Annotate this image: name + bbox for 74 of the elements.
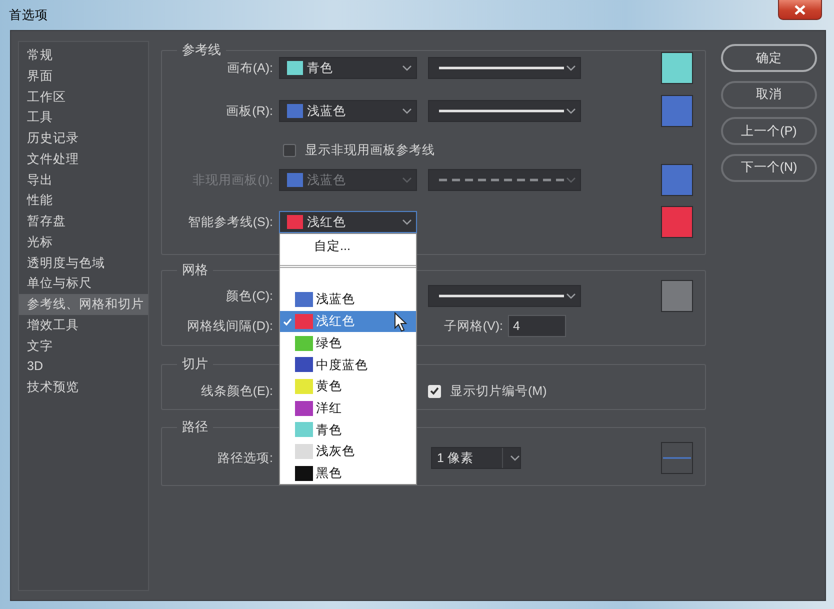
caret-icon [402,219,412,225]
caret-icon [402,108,412,114]
group-title: 路径 [181,418,209,436]
checkbox-label: 显示切片编号(M) [450,382,547,400]
menu-item[interactable]: 洋红 [280,397,416,420]
sidebar-item[interactable]: 参考线、网格和切片 [19,294,148,315]
field-label: 颜色(C): [225,288,273,305]
check-icon [283,318,292,326]
field-label: 路径选项: [216,450,273,467]
cursor-icon [394,312,408,332]
group-title: 切片 [181,355,209,373]
menu-item[interactable]: 黄色 [280,376,416,398]
line-style-icon [439,177,564,183]
field-label: 画板(R): [225,102,273,120]
menu-item[interactable]: 黑色 [280,462,416,484]
dialog-button[interactable]: 取消 [721,80,817,108]
sidebar-item[interactable]: 技术预览 [19,377,148,398]
sidebar-item[interactable]: 工作区 [19,86,148,108]
sidebar-item[interactable]: 透明度与色域 [19,252,148,274]
menu-item[interactable]: 绿色 [280,332,416,354]
menu-item[interactable]: 浅蓝色 [280,289,416,311]
group-title: 参考线 [181,41,222,59]
menu-item[interactable]: 中度蓝色 [280,354,416,376]
check-icon [430,387,439,395]
sidebar-item[interactable]: 常规 [19,45,148,66]
window-title: 首选项 [9,7,48,24]
dialog-button[interactable]: 上一个(P) [721,117,817,145]
sidebar-item[interactable]: 性能 [19,190,148,211]
sidebar-item[interactable]: 光标 [19,232,148,252]
caret-icon [566,108,576,114]
size-select[interactable]: 1 像素 [431,447,521,469]
field-label: 画布(A): [226,60,273,77]
subdivision-field[interactable]: 4 [508,315,566,337]
caret-icon [566,293,576,299]
close-button[interactable] [778,0,822,20]
dialog-button[interactable]: 确定 [721,44,817,72]
color-select[interactable]: 浅红色 [279,211,417,233]
field-label: 网格线间隔(D): [186,318,273,335]
caret-icon [566,177,576,183]
sidebar-item[interactable]: 暂存盘 [19,211,148,232]
close-icon [794,4,806,14]
sidebar-item[interactable]: 增效工具 [19,314,148,336]
group-title: 网格 [181,261,209,279]
color-select[interactable]: 青色 [279,57,417,79]
field-label: 线条颜色(E): [200,382,273,400]
field-label: 子网格(V): [442,318,503,335]
sidebar-item[interactable]: 文字 [19,336,148,356]
sidebar-item[interactable]: 单位与标尺 [19,273,148,294]
sidebar-item[interactable]: 工具 [19,107,148,128]
sidebar-item[interactable]: 3D [19,356,148,377]
menu-item[interactable]: 青色 [280,419,416,441]
caret-icon [510,455,520,461]
caret-icon [402,65,412,71]
sidebar-item[interactable]: 界面 [19,66,148,86]
path-line-icon [663,456,691,460]
line-style-select[interactable] [428,285,581,307]
line-style-icon [439,293,564,299]
dialog-button[interactable]: 下一个(N) [721,154,817,182]
sidebar-item[interactable]: 历史记录 [19,128,148,149]
field-label: 智能参考线(S): [186,214,273,231]
caret-icon [566,65,576,71]
line-style-select[interactable] [428,100,581,122]
checkbox-label: 显示非现用画板参考线 [305,142,435,159]
line-style-icon [439,108,564,114]
color-select[interactable]: 浅蓝色 [279,100,417,122]
line-style-icon [439,65,564,71]
caret-icon [402,177,412,183]
checkbox[interactable] [283,144,296,156]
sidebar-item[interactable]: 文件处理 [19,148,148,170]
menu-item[interactable]: 浅红色 [280,310,416,332]
line-style-select[interactable] [428,57,581,79]
menu-item[interactable]: 浅灰色 [280,440,416,462]
sidebar-item[interactable]: 导出 [19,170,148,190]
menu-item[interactable]: 自定... [280,234,416,265]
